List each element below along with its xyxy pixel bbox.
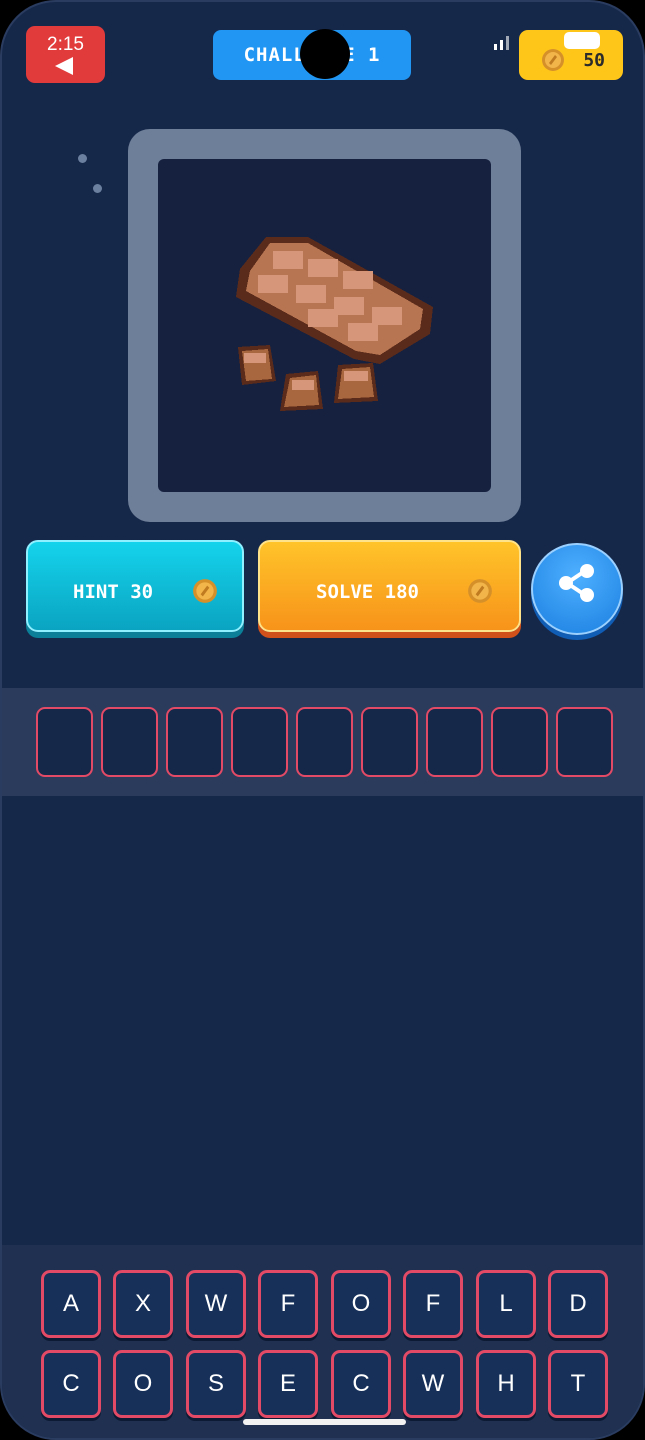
hint-button[interactable]: HINT 30 [26, 540, 244, 632]
letter-key[interactable]: H [476, 1350, 536, 1418]
letter-key[interactable]: T [548, 1350, 608, 1418]
chocolate-bar-icon [236, 237, 433, 411]
share-button[interactable] [531, 543, 623, 635]
coin-icon [468, 579, 492, 603]
solve-label: SOLVE 180 [316, 581, 419, 603]
letter-key[interactable]: C [331, 1350, 391, 1418]
answer-slot[interactable] [491, 707, 548, 777]
decor-dot [93, 184, 102, 193]
letter-key[interactable]: X [113, 1270, 173, 1338]
answer-slot[interactable] [36, 707, 93, 777]
answer-slots [2, 688, 643, 796]
share-icon [559, 564, 594, 602]
letter-key[interactable]: O [113, 1350, 173, 1418]
answer-slot[interactable] [166, 707, 223, 777]
puzzle-image-frame [128, 129, 521, 522]
back-arrow-icon [54, 56, 73, 75]
decor-dot [78, 154, 87, 163]
coin-icon [193, 579, 217, 603]
answer-slot[interactable] [556, 707, 613, 777]
status-time: 2:15 [47, 33, 84, 55]
answer-slot[interactable] [231, 707, 288, 777]
letter-key[interactable]: F [258, 1270, 318, 1338]
home-indicator[interactable] [243, 1419, 406, 1425]
camera-cutout [300, 29, 350, 79]
answer-slot[interactable] [361, 707, 418, 777]
answer-slot[interactable] [101, 707, 158, 777]
solve-button[interactable]: SOLVE 180 [258, 540, 521, 632]
letter-key[interactable]: W [186, 1270, 246, 1338]
hint-label: HINT 30 [73, 581, 154, 603]
puzzle-image-area [158, 159, 491, 492]
coins-value: 50 [583, 50, 605, 71]
battery-icon [564, 32, 600, 49]
answer-slot[interactable] [296, 707, 353, 777]
coin-icon [542, 49, 564, 71]
answer-slot[interactable] [426, 707, 483, 777]
letter-key[interactable]: L [476, 1270, 536, 1338]
letter-key[interactable]: A [41, 1270, 101, 1338]
letter-keyboard: A X W F O F L D C O S E C W H T [2, 1245, 643, 1438]
letter-key[interactable]: F [403, 1270, 463, 1338]
game-screen: 2:15 CHALLENGE 1 50 [0, 0, 645, 1440]
back-button[interactable]: 2:15 [26, 26, 105, 83]
letter-key[interactable]: W [403, 1350, 463, 1418]
letter-key[interactable]: D [548, 1270, 608, 1338]
letter-key[interactable]: S [186, 1350, 246, 1418]
letter-key[interactable]: E [258, 1350, 318, 1418]
letter-key[interactable]: C [41, 1350, 101, 1418]
letter-key[interactable]: O [331, 1270, 391, 1338]
